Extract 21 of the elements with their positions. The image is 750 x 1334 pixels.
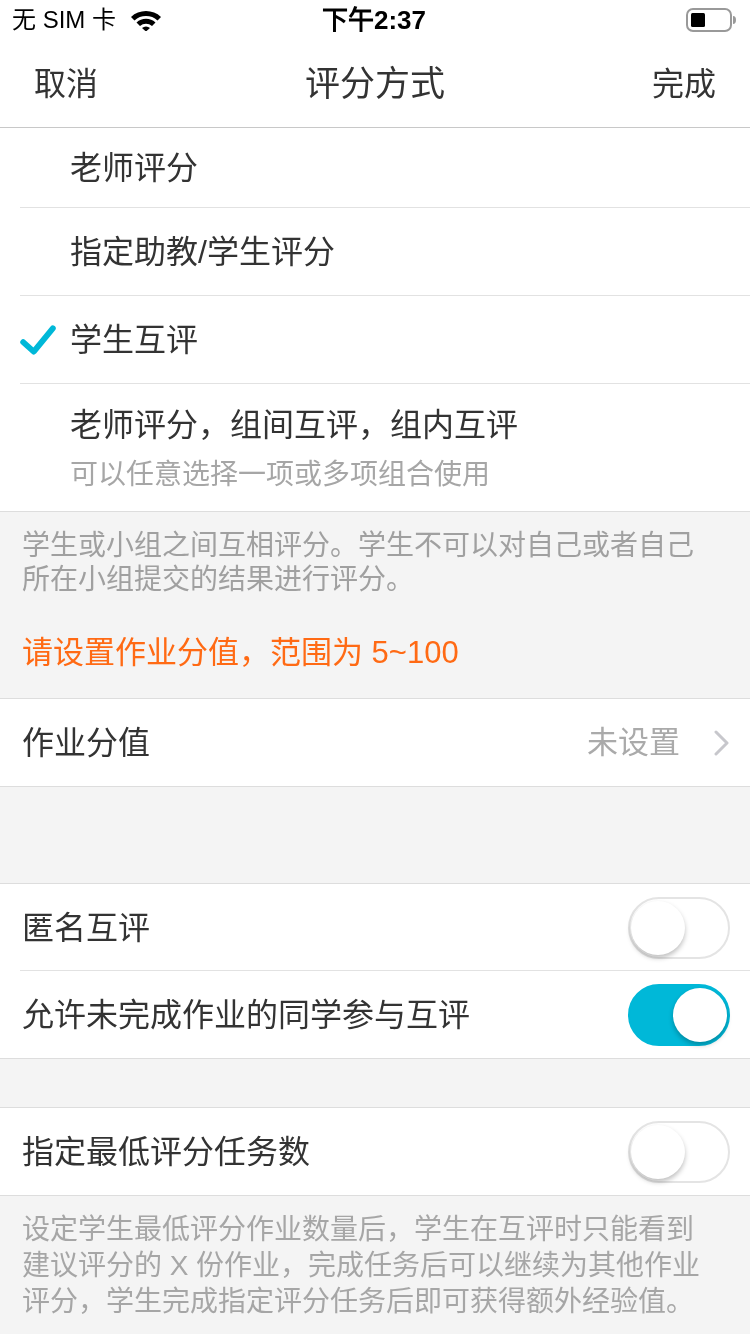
option-item[interactable]: 学生互评 — [20, 296, 750, 384]
setting-label: 作业分值 — [22, 723, 151, 763]
done-button[interactable]: 完成 — [652, 63, 716, 104]
battery-icon — [686, 8, 736, 32]
chevron-right-icon[interactable] — [714, 729, 730, 756]
warning-text: 请设置作业分值，范围为 5~100 — [22, 634, 460, 672]
option-item[interactable]: 老师评分，组间互评，组内互评 可以任意选择一项或多项组合使用 — [20, 384, 750, 511]
option-item[interactable]: 指定助教/学生评分 — [20, 208, 750, 296]
description-text: 学生或小组之间互相评分。学生不可以对自己或者自己所在小组提交的结果进行评分。 — [22, 529, 695, 596]
setting-label: 允许未完成作业的同学参与互评 — [22, 995, 471, 1035]
toggle-switch[interactable] — [628, 983, 730, 1046]
setting-label: 指定最低评分任务数 — [22, 1132, 311, 1172]
footer-note: 设定学生最低评分作业数量后，学生在互评时只能看到建议评分的 X 份作业，完成任务后可以继续为其他作业评分，学生完成指定评分任务后即可获得额外经验值。 — [22, 1213, 702, 1319]
option-item[interactable]: 老师评分 — [20, 128, 750, 208]
cancel-button[interactable]: 取消 — [34, 63, 98, 104]
setting-label: 匿名互评 — [22, 908, 151, 948]
wifi-icon — [130, 9, 162, 31]
page-title: 评分方式 — [305, 62, 445, 105]
carrier-text: 无 SIM 卡 — [12, 5, 116, 35]
clock-text: 下午2:37 — [321, 5, 426, 35]
option-subtitle: 可以任意选择一项或多项组合使用 — [70, 458, 491, 492]
